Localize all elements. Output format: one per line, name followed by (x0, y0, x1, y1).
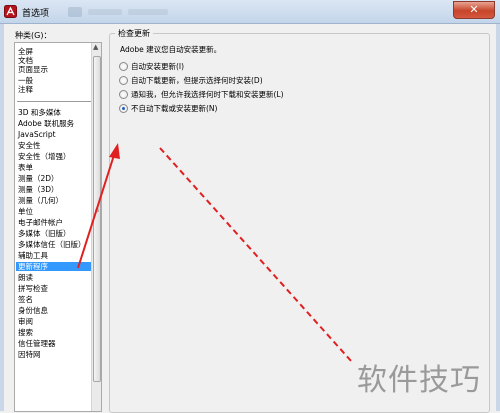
annotation-overlay (77, 143, 353, 363)
red-arrow-head (109, 143, 120, 159)
red-dashed-line (159, 147, 353, 363)
watermark: 软件技巧 (357, 363, 481, 398)
red-arrow-shaft (77, 151, 116, 269)
